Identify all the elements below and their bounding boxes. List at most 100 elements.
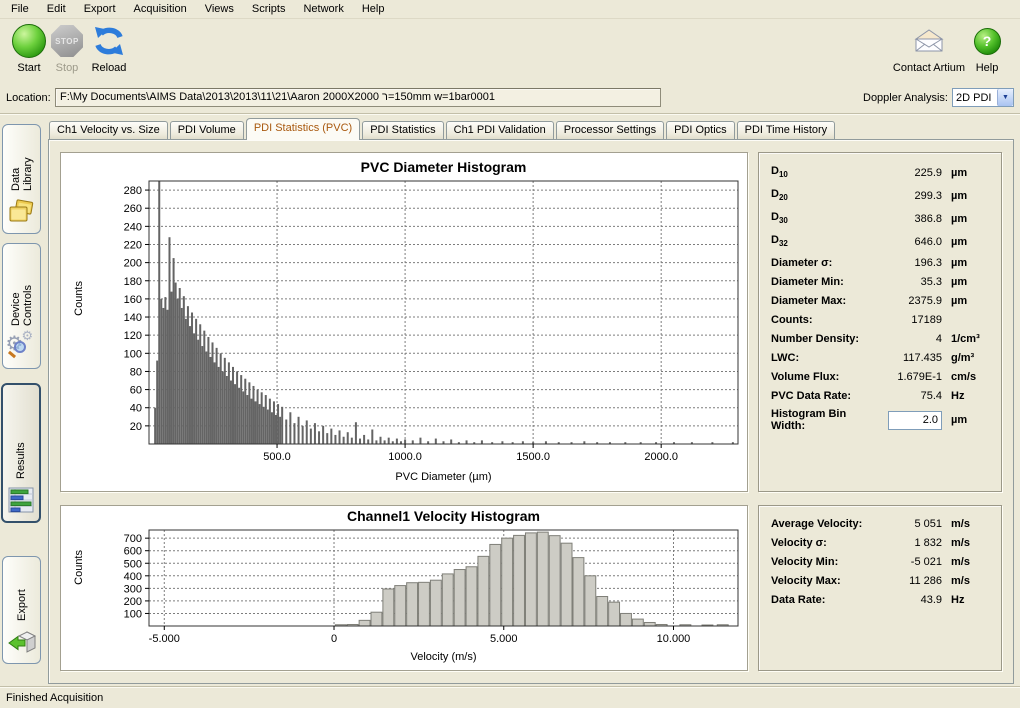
stat-unit: µm (951, 276, 993, 288)
stat-unit: Hz (951, 594, 993, 606)
menu-item-network[interactable]: Network (294, 1, 352, 17)
stat-label: Velocity σ: (771, 537, 864, 549)
stat-label: D32 (771, 234, 864, 248)
start-label: Start (6, 62, 52, 74)
stat-label: Average Velocity: (771, 518, 864, 530)
stat-value: 17189 (864, 314, 942, 326)
results-chart-icon (4, 485, 38, 515)
stat-unit: cm/s (951, 371, 993, 383)
pvc-chart-ylabel: Counts (73, 281, 85, 316)
stat-value: 386.8 (864, 213, 942, 225)
tab-pdi-statistics-pvc[interactable]: PDI Statistics (PVC) (246, 118, 360, 140)
contact-artium-label: Contact Artium (890, 62, 968, 74)
start-button[interactable]: Start (6, 21, 52, 74)
svg-text:-5.000: -5.000 (149, 633, 180, 645)
svg-text:600: 600 (124, 546, 142, 558)
velocity-statistics-panel: Average Velocity:5 051m/s Velocity σ:1 83… (758, 505, 1002, 671)
menu-item-views[interactable]: Views (196, 1, 243, 17)
sidebar-item-label: Export (16, 565, 28, 621)
tab-strip: Ch1 Velocity vs. SizePDI VolumePDI Stati… (49, 118, 837, 140)
velocity-stat-row-velocity-max: Velocity Max:11 286m/s (759, 571, 1001, 590)
svg-text:20: 20 (130, 421, 142, 433)
pvc-stat-row-diameter-max: Diameter Max:2375.9µm (759, 291, 1001, 310)
menu-item-scripts[interactable]: Scripts (243, 1, 295, 17)
separator (0, 113, 1020, 115)
stat-unit: µm (951, 167, 993, 179)
tab-pdi-optics[interactable]: PDI Optics (666, 121, 735, 139)
svg-text:180: 180 (124, 276, 142, 288)
tab-pdi-time-history[interactable]: PDI Time History (737, 121, 836, 139)
tab-ch1-velocity-vs-size[interactable]: Ch1 Velocity vs. Size (49, 121, 168, 139)
pvc-stat-row-pvc-data-rate: PVC Data Rate:75.4Hz (759, 386, 1001, 405)
export-arrow-icon (5, 627, 39, 657)
help-button[interactable]: ? Help (968, 21, 1006, 74)
stat-value: 1.679E-1 (864, 371, 942, 383)
sidebar-item-export[interactable]: Export (2, 556, 41, 664)
svg-text:10.000: 10.000 (657, 633, 691, 645)
svg-text:1500.0: 1500.0 (516, 451, 550, 463)
stat-value: 1 832 (864, 537, 942, 549)
doppler-analysis-select[interactable]: 2D PDI ▼ (952, 88, 1014, 107)
stat-value: 4 (864, 333, 942, 345)
sidebar-item-results[interactable]: Results (1, 383, 41, 523)
velocity-stat-row-data-rate: Data Rate:43.9 Hz (759, 590, 1001, 609)
stat-label: Number Density: (771, 333, 864, 345)
velocity-stat-row-velocity-min: Velocity Min:-5 021m/s (759, 552, 1001, 571)
pvc-stat-row-d10: D10225.9µm (759, 161, 1001, 184)
doppler-analysis-label: Doppler Analysis: (800, 92, 948, 104)
stat-value: 43.9 (864, 594, 942, 606)
svg-text:60: 60 (130, 385, 142, 397)
svg-text:700: 700 (124, 533, 142, 545)
stat-unit: m/s (951, 575, 993, 587)
pvc-stat-row-d30: D30386.8µm (759, 207, 1001, 230)
contact-artium-button[interactable]: Contact Artium (890, 21, 968, 74)
svg-text:200: 200 (124, 258, 142, 270)
svg-text:100: 100 (124, 348, 142, 360)
tab-ch1-pdi-validation[interactable]: Ch1 PDI Validation (446, 121, 554, 139)
pvc-stat-row-number-density: Number Density:41/cm³ (759, 329, 1001, 348)
pvc-stat-row-diameter: Diameter σ:196.3µm (759, 253, 1001, 272)
envelope-icon (890, 21, 968, 61)
svg-text:500: 500 (124, 558, 142, 570)
sidebar-item-data-library[interactable]: Data Library (2, 124, 41, 234)
svg-text:5.000: 5.000 (490, 633, 518, 645)
stat-value: 11 286 (864, 575, 942, 587)
stat-label: Volume Flux: (771, 371, 864, 383)
pvc-chart-xlabel: PVC Diameter (µm) (149, 471, 738, 483)
stat-unit: µm (951, 236, 993, 248)
svg-text:140: 140 (124, 312, 142, 324)
menu-item-file[interactable]: File (2, 1, 38, 17)
menu-item-help[interactable]: Help (353, 1, 394, 17)
stat-label: Data Rate: (771, 594, 864, 606)
velocity-chart-title: Channel1 Velocity Histogram (149, 508, 738, 524)
stat-label: Histogram Bin Width: (771, 408, 864, 432)
svg-text:220: 220 (124, 239, 142, 251)
pvc-statistics-panel: D10225.9µmD20299.3µmD30386.8µmD32646.0µm… (758, 152, 1002, 492)
stop-button[interactable]: STOP Stop (48, 21, 86, 74)
reload-button[interactable]: Reload (86, 21, 132, 74)
menu-item-edit[interactable]: Edit (38, 1, 75, 17)
stat-unit: µm (951, 295, 993, 307)
velocity-chart-ylabel: Counts (73, 550, 85, 585)
menu-item-export[interactable]: Export (75, 1, 125, 17)
location-input[interactable]: F:\My Documents\AIMS Data\2013\2013\11\2… (55, 88, 661, 107)
gears-icon: ⚙⚙ (5, 332, 39, 362)
stat-value: 75.4 (864, 390, 942, 402)
tab-processor-settings[interactable]: Processor Settings (556, 121, 664, 139)
stat-unit: g/m³ (951, 352, 993, 364)
tab-pdi-volume[interactable]: PDI Volume (170, 121, 244, 139)
velocity-stat-row-average-velocity: Average Velocity:5 051m/s (759, 514, 1001, 533)
stat-unit: µm (951, 257, 993, 269)
pvc-stat-row-lwc: LWC:117.435g/m³ (759, 348, 1001, 367)
sidebar-item-device-controls[interactable]: Device Controls⚙⚙ (2, 243, 41, 369)
pvc-stat-row-histogram-bin-width: Histogram Bin Width:µm (759, 407, 1001, 433)
menu-item-acquisition[interactable]: Acquisition (125, 1, 196, 17)
chevron-down-icon[interactable]: ▼ (997, 89, 1013, 106)
stat-value: 35.3 (864, 276, 942, 288)
stat-value[interactable] (864, 411, 942, 430)
svg-text:120: 120 (124, 330, 142, 342)
tab-pdi-statistics[interactable]: PDI Statistics (362, 121, 443, 139)
stat-label: Counts: (771, 314, 864, 326)
histogram-bin-width-input[interactable] (888, 411, 942, 430)
svg-text:100: 100 (124, 608, 142, 620)
